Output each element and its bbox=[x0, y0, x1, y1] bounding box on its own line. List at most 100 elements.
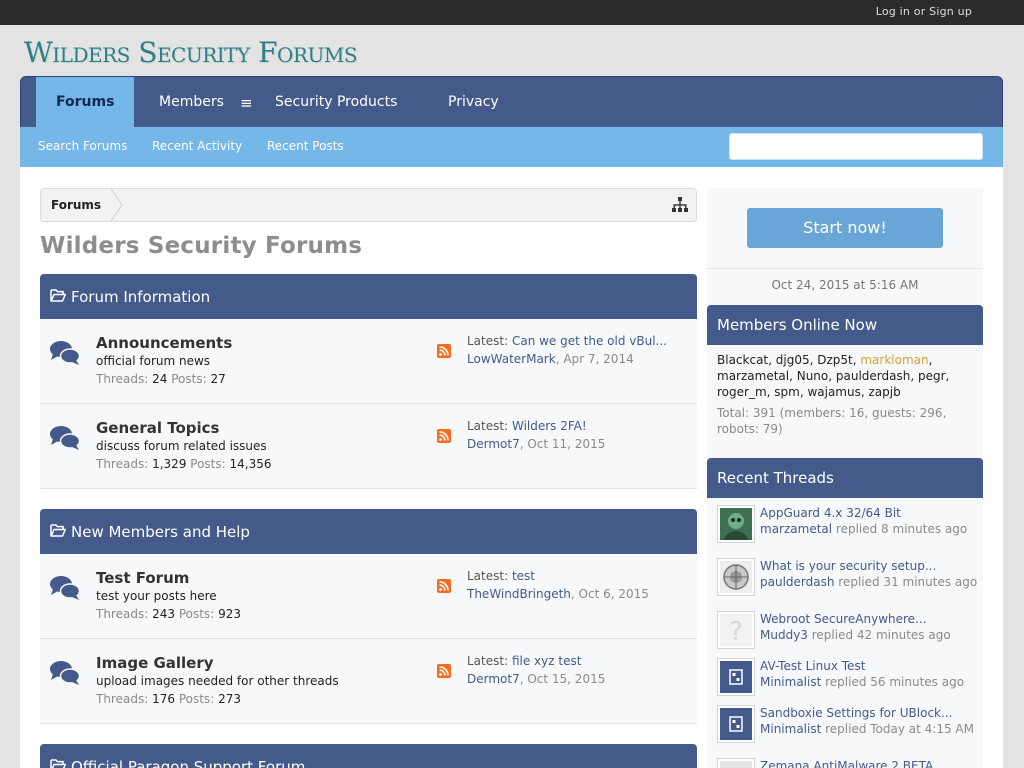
latest-byline: Dermot7, Oct 11, 2015 bbox=[467, 437, 606, 451]
thread-meta: Minimalist replied 56 minutes ago bbox=[760, 675, 965, 689]
avatar-image bbox=[720, 561, 752, 593]
latest-thread-link[interactable]: Can we get the old vBul... bbox=[512, 334, 667, 348]
latest-thread-link[interactable]: Wilders 2FA! bbox=[512, 419, 587, 433]
thread-meta: Minimalist replied Today at 4:15 AM bbox=[760, 722, 974, 736]
section-title: Forum Information bbox=[71, 288, 211, 306]
forum-row: Test Forum test your posts here Threads:… bbox=[40, 554, 697, 639]
forum-row: Announcements official forum news Thread… bbox=[40, 319, 697, 404]
forum-stats: Threads: 24 Posts: 27 bbox=[96, 372, 226, 386]
latest-post: Latest: file xyz test bbox=[467, 654, 582, 668]
tab-privacy[interactable]: Privacy bbox=[448, 77, 499, 128]
discussion-icon bbox=[50, 576, 81, 600]
avatar[interactable] bbox=[717, 705, 755, 743]
forum-row: Image Gallery upload images needed for o… bbox=[40, 639, 697, 724]
discussion-icon bbox=[50, 341, 81, 365]
thread-meta: paulderdash replied 31 minutes ago bbox=[760, 575, 978, 589]
default-avatar-icon: ? bbox=[720, 614, 752, 646]
username-link[interactable]: marzametal bbox=[760, 522, 832, 536]
forum-description: discuss forum related issues bbox=[96, 439, 267, 453]
username-link[interactable]: Dermot7 bbox=[467, 437, 520, 451]
section-header[interactable]: Forum Information bbox=[40, 274, 697, 319]
thread-title-link[interactable]: Zemana AntiMalware 2 BETA bbox=[760, 758, 980, 768]
latest-thread-link[interactable]: file xyz test bbox=[512, 654, 581, 668]
latest-post: Latest: test bbox=[467, 569, 536, 583]
divider bbox=[707, 268, 983, 269]
rss-icon[interactable] bbox=[437, 429, 451, 443]
members-online-list: Blackcat, djg05, Dzp5t, markloman, marza… bbox=[717, 353, 950, 399]
latest-byline: Dermot7, Oct 15, 2015 bbox=[467, 672, 606, 686]
members-total: Total: 391 (members: 16, guests: 296, ro… bbox=[717, 406, 947, 436]
username-link[interactable]: Minimalist bbox=[760, 722, 821, 736]
main-nav: Forums Members ≡ Security Products Priva… bbox=[20, 76, 1003, 130]
forum-stats: Threads: 1,329 Posts: 14,356 bbox=[96, 457, 272, 471]
avatar[interactable] bbox=[717, 758, 755, 768]
latest-byline: LowWaterMark, Apr 7, 2014 bbox=[467, 352, 634, 366]
section-header[interactable]: Official Paragon Support Forum bbox=[40, 744, 697, 768]
forum-description: upload images needed for other threads bbox=[96, 674, 339, 688]
members-online-heading[interactable]: Members Online Now bbox=[707, 305, 983, 345]
rss-icon[interactable] bbox=[437, 579, 451, 593]
thread-title-link[interactable]: AppGuard 4.x 32/64 Bit bbox=[760, 505, 980, 521]
username-link[interactable]: Dermot7 bbox=[467, 672, 520, 686]
rss-icon[interactable] bbox=[437, 664, 451, 678]
folder-open-icon bbox=[50, 524, 66, 537]
forum-description: test your posts here bbox=[96, 589, 217, 603]
discussion-icon bbox=[50, 426, 81, 450]
login-signup-link[interactable]: Log in or Sign up bbox=[876, 5, 972, 18]
thread-meta: marzametal replied 8 minutes ago bbox=[760, 522, 968, 536]
latest-byline: TheWindBringeth, Oct 6, 2015 bbox=[467, 587, 649, 601]
avatar-image bbox=[720, 508, 752, 540]
folder-open-icon bbox=[50, 759, 66, 768]
recent-posts-link[interactable]: Recent Posts bbox=[267, 139, 344, 153]
avatar[interactable]: ? bbox=[717, 611, 755, 649]
latest-thread-link[interactable]: test bbox=[512, 569, 535, 583]
search-forums-link[interactable]: Search Forums bbox=[38, 139, 127, 153]
discussion-icon bbox=[50, 661, 81, 685]
svg-text:?: ? bbox=[729, 617, 743, 646]
avatar-image bbox=[720, 661, 752, 693]
folder-open-icon bbox=[50, 289, 66, 302]
avatar[interactable] bbox=[717, 505, 755, 543]
forum-title[interactable]: General Topics bbox=[96, 419, 219, 437]
forum-stats: Threads: 243 Posts: 923 bbox=[96, 607, 241, 621]
search-input[interactable] bbox=[729, 133, 983, 160]
thread-title-link[interactable]: AV-Test Linux Test bbox=[760, 658, 980, 674]
username-link[interactable]: TheWindBringeth bbox=[467, 587, 571, 601]
main-content: Forums Wilders Security Forums Forum Inf… bbox=[20, 167, 1003, 768]
tab-forums[interactable]: Forums bbox=[36, 77, 135, 128]
forum-title[interactable]: Image Gallery bbox=[96, 654, 214, 672]
tab-security-products[interactable]: Security Products bbox=[275, 77, 397, 128]
thread-meta: Muddy3 replied 42 minutes ago bbox=[760, 628, 951, 642]
username-link[interactable]: Muddy3 bbox=[760, 628, 808, 642]
latest-post: Latest: Wilders 2FA! bbox=[467, 419, 587, 433]
username-link[interactable]: paulderdash bbox=[760, 575, 834, 589]
thread-title-link[interactable]: Sandboxie Settings for UBlock... bbox=[760, 705, 980, 721]
rss-icon[interactable] bbox=[437, 344, 451, 358]
sitemap-icon[interactable] bbox=[672, 197, 688, 213]
forum-row: General Topics discuss forum related iss… bbox=[40, 404, 697, 489]
sub-nav: Search Forums Recent Activity Recent Pos… bbox=[20, 127, 1003, 167]
avatar-image bbox=[720, 761, 752, 768]
site-logo[interactable]: Wilders Security Forums bbox=[24, 36, 358, 69]
username-link[interactable]: LowWaterMark bbox=[467, 352, 556, 366]
section-header[interactable]: New Members and Help bbox=[40, 509, 697, 554]
recent-activity-link[interactable]: Recent Activity bbox=[152, 139, 242, 153]
recent-threads-heading[interactable]: Recent Threads bbox=[707, 458, 983, 498]
section-title: Official Paragon Support Forum bbox=[71, 758, 306, 768]
avatar[interactable] bbox=[717, 558, 755, 596]
section-title: New Members and Help bbox=[71, 523, 250, 541]
thread-title-link[interactable]: What is your security setup... bbox=[760, 558, 980, 574]
forum-title[interactable]: Test Forum bbox=[96, 569, 189, 587]
forum-stats: Threads: 176 Posts: 273 bbox=[96, 692, 241, 706]
username-link[interactable]: Minimalist bbox=[760, 675, 821, 689]
staff-member-link[interactable]: markloman bbox=[860, 353, 928, 367]
forum-description: official forum news bbox=[96, 354, 211, 368]
menu-icon[interactable]: ≡ bbox=[240, 77, 253, 130]
tab-members[interactable]: Members bbox=[159, 77, 224, 128]
forum-title[interactable]: Announcements bbox=[96, 334, 232, 352]
start-now-button[interactable]: Start now! bbox=[747, 208, 943, 248]
breadcrumb-arrow-icon bbox=[111, 189, 123, 221]
sidebar: Start now! Oct 24, 2015 at 5:16 AM Membe… bbox=[707, 188, 983, 768]
thread-title-link[interactable]: Webroot SecureAnywhere... bbox=[760, 611, 980, 627]
avatar[interactable] bbox=[717, 658, 755, 696]
